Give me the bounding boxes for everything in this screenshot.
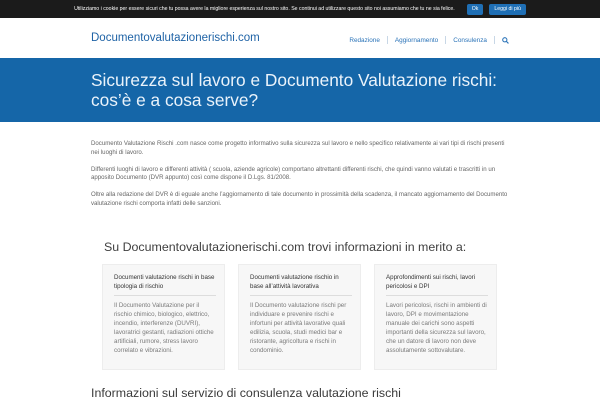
card-divider bbox=[250, 295, 352, 296]
nav-item-consulenza[interactable]: Consulenza bbox=[453, 37, 487, 44]
consulting-heading: Informazioni sul servizio di consulenza … bbox=[91, 386, 401, 400]
card-title[interactable]: Approfondimenti sui rischi, lavori peric… bbox=[386, 273, 488, 291]
nav-divider bbox=[494, 36, 495, 44]
card-text: Lavori pericolosi, rischi in ambienti di… bbox=[386, 302, 487, 354]
info-cards: Documenti valutazione rischi in base tip… bbox=[102, 264, 497, 394]
cookie-notice-text: Utilizziamo i cookie per essere sicuri c… bbox=[74, 6, 455, 12]
info-card[interactable]: Documenti valutazione rischi in base tip… bbox=[102, 264, 225, 370]
intro-paragraph: Documento Valutazione Rischi .com nasce … bbox=[91, 140, 505, 156]
main-nav: Redazione Aggiornamento Consulenza bbox=[349, 36, 509, 44]
card-divider bbox=[386, 295, 488, 296]
intro-text: Documento Valutazione Rischi .com nasce … bbox=[91, 140, 511, 217]
card-divider bbox=[114, 295, 216, 296]
cookie-ok-button[interactable]: Ok bbox=[466, 3, 484, 15]
section-heading: Su Documentovalutazionerischi.com trovi … bbox=[104, 240, 467, 254]
card-title[interactable]: Documenti valutazione rischi in base tip… bbox=[114, 273, 216, 291]
search-icon[interactable] bbox=[502, 36, 509, 44]
hero-banner: Sicurezza sul lavoro e Documento Valutaz… bbox=[0, 58, 600, 122]
site-header: Documentovalutazionerischi.com Redazione… bbox=[0, 18, 600, 58]
nav-divider bbox=[386, 36, 388, 44]
card-text: Il Documento valutazione rischi per indi… bbox=[250, 302, 347, 354]
cookie-more-button[interactable]: Leggi di più bbox=[489, 3, 526, 15]
card-title[interactable]: Documenti valutazione rischio in base al… bbox=[250, 273, 352, 291]
site-title-link[interactable]: Documentovalutazionerischi.com bbox=[91, 32, 260, 44]
info-card[interactable]: Documenti valutazione rischio in base al… bbox=[238, 264, 361, 370]
intro-paragraph: Oltre alla redazione del DVR è di eguale… bbox=[91, 191, 508, 207]
nav-divider bbox=[445, 36, 447, 44]
info-card[interactable]: Approfondimenti sui rischi, lavori peric… bbox=[374, 264, 497, 370]
page-title: Sicurezza sul lavoro e Documento Valutaz… bbox=[91, 70, 497, 110]
nav-item-aggiornamento[interactable]: Aggiornamento bbox=[395, 37, 438, 44]
cookie-bar: Utilizziamo i cookie per essere sicuri c… bbox=[0, 0, 600, 18]
intro-paragraph: Differenti luoghi di lavoro e differenti… bbox=[91, 165, 496, 182]
nav-item-redazione[interactable]: Redazione bbox=[349, 37, 380, 44]
card-text: Il Documento Valutazione per il rischio … bbox=[114, 302, 214, 354]
